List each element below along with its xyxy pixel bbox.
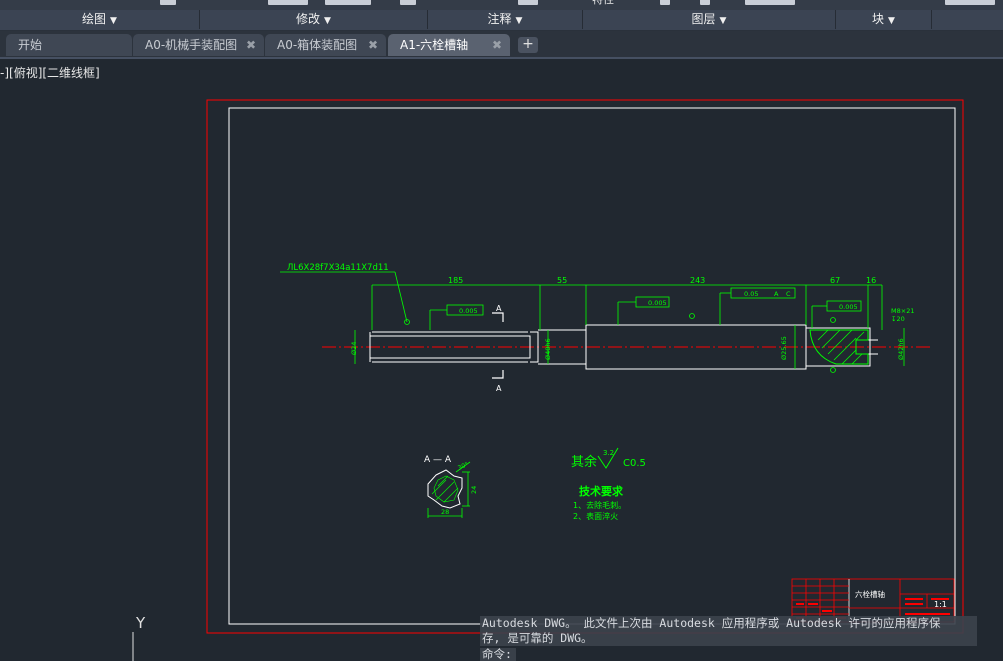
tolerance-frames bbox=[429, 287, 862, 330]
title-block-part-name: 六栓槽轴 bbox=[855, 589, 885, 599]
drawing-canvas[interactable]: 185 55 243 67 16 ЛL6X28f7X34a11X7d11 0.0… bbox=[0, 0, 1003, 661]
diameter-main: Ø25.65 bbox=[780, 336, 788, 360]
tolerance-datum-a: A bbox=[774, 290, 779, 298]
spline-callout: ЛL6X28f7X34a11X7d11 bbox=[287, 263, 389, 273]
section-mark-top: A bbox=[496, 304, 502, 313]
dim-67: 67 bbox=[830, 276, 840, 285]
dim-185: 185 bbox=[448, 276, 463, 285]
datum-symbols bbox=[404, 313, 836, 373]
diameter-right: Ø42h6 bbox=[897, 338, 905, 360]
roughness-note-prefix: 其余 bbox=[571, 454, 597, 470]
dim-243: 243 bbox=[690, 276, 705, 285]
chamfer-note: C0.5 bbox=[623, 458, 646, 469]
thread-callout: M8×21 bbox=[891, 307, 914, 315]
section-view-title: A — A bbox=[424, 455, 452, 465]
roughness-value: 3.2 bbox=[603, 449, 614, 457]
command-input[interactable]: 命令: bbox=[480, 648, 516, 661]
tolerance-value-4: 0.005 bbox=[839, 303, 858, 311]
section-cut-marks bbox=[492, 312, 504, 379]
section-dim-height: 24 bbox=[470, 486, 478, 494]
ucs-y-label: Y bbox=[136, 614, 146, 632]
section-angle-label: 30° bbox=[457, 461, 470, 472]
tolerance-value-1: 0.005 bbox=[459, 307, 478, 315]
diameter-left: Ø24 bbox=[350, 342, 358, 355]
dimension-lines bbox=[280, 271, 905, 369]
dim-16: 16 bbox=[866, 276, 876, 285]
command-history: Autodesk DWG。 此文件上次由 Autodesk 应用程序或 Auto… bbox=[480, 616, 977, 646]
title-block-scale: 1:1 bbox=[934, 600, 947, 609]
diameter-mid: Ø40h6 bbox=[544, 338, 552, 360]
command-message-line-2: 存, 是可靠的 DWG。 bbox=[482, 631, 593, 645]
tolerance-value-2: 0.005 bbox=[648, 299, 667, 307]
thread-depth: ↧20 bbox=[891, 315, 905, 323]
section-mark-bottom: A bbox=[496, 384, 502, 393]
tech-requirements-title: 技术要求 bbox=[579, 484, 624, 498]
tech-requirement-1: 1、去除毛刺。 bbox=[573, 500, 626, 510]
tech-requirement-2: 2、表面淬火 bbox=[573, 511, 618, 521]
section-dim-width: 28 bbox=[441, 508, 449, 516]
command-message-line-1: Autodesk DWG。 此文件上次由 Autodesk 应用程序或 Auto… bbox=[482, 616, 941, 630]
tolerance-value-3: 0.05 bbox=[744, 290, 758, 298]
tolerance-datum-c: C bbox=[786, 290, 791, 298]
dim-55: 55 bbox=[557, 276, 567, 285]
